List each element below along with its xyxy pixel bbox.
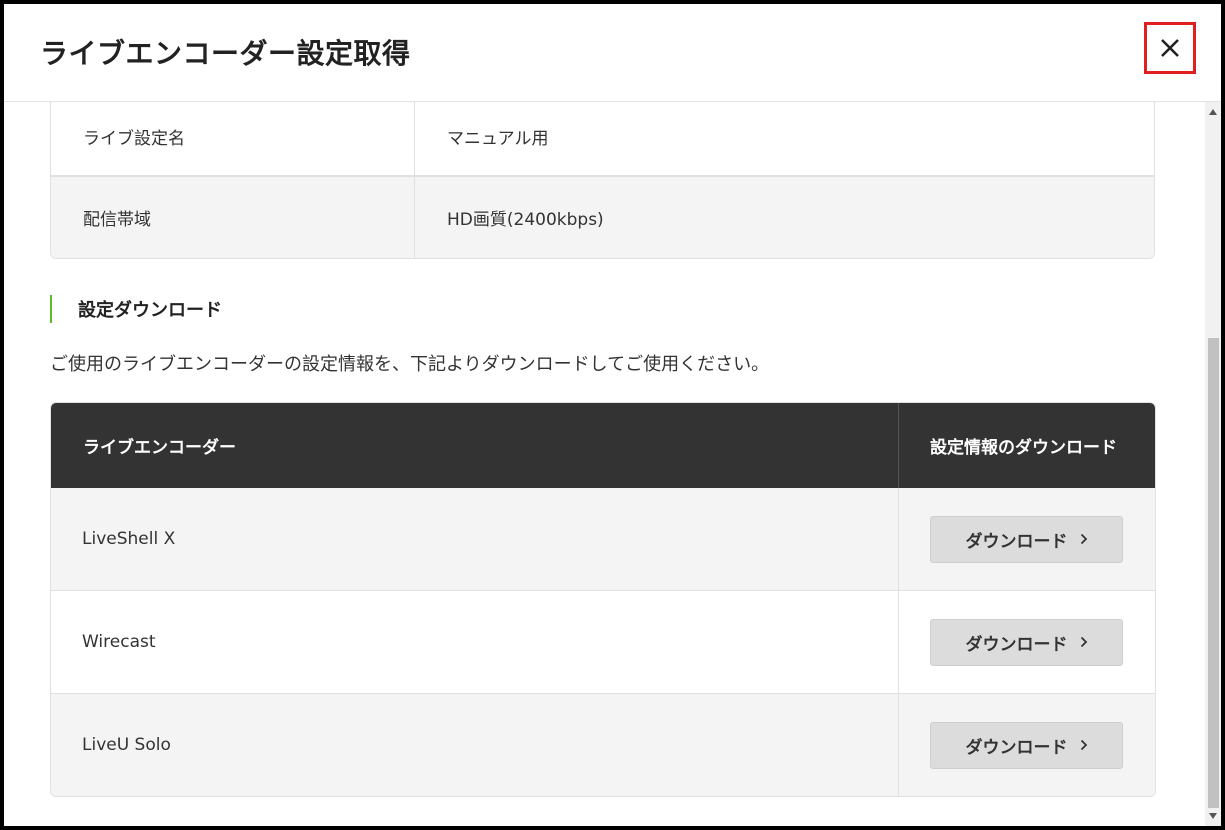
info-row: 配信帯域 HD画質(2400kbps) [51,175,1154,258]
chevron-right-icon [1080,636,1088,648]
info-label: 配信帯域 [51,177,415,258]
download-button-liveu-solo[interactable]: ダウンロード [930,721,1123,769]
download-button-label: ダウンロード [965,634,1068,655]
info-value: マニュアル用 [447,129,549,149]
modal-dialog: ライブエンコーダー設定取得 ライブ設定名 マニュアル用 配信帯域 HD画質(24… [4,4,1221,826]
modal-title: ライブエンコーダー設定取得 [40,37,411,70]
info-label: ライブ設定名 [51,102,415,175]
table-row: Wirecast ダウンロード [51,590,1155,693]
vertical-scrollbar[interactable] [1205,102,1221,826]
modal-body[interactable]: ライブ設定名 マニュアル用 配信帯域 HD画質(2400kbps) 設定ダウンロ… [4,102,1205,826]
close-button[interactable] [1144,22,1196,74]
settings-info-table: ライブ設定名 マニュアル用 配信帯域 HD画質(2400kbps) [50,102,1155,259]
encoder-name: LiveShell X [51,488,899,590]
encoder-name: LiveU Solo [51,694,899,796]
table-header: ライブエンコーダー 設定情報のダウンロード [51,403,1155,488]
download-button-label: ダウンロード [965,737,1068,758]
scroll-down-arrow-icon[interactable] [1205,808,1221,824]
download-button-wirecast[interactable]: ダウンロード [930,618,1123,666]
section-description: ご使用のライブエンコーダーの設定情報を、下記よりダウンロードしてご使用ください。 [50,354,770,375]
chevron-right-icon [1080,533,1088,545]
close-icon [1161,39,1179,57]
column-header-encoder: ライブエンコーダー [51,403,899,488]
table-row: LiveShell X ダウンロード [51,488,1155,590]
section-heading: 設定ダウンロード [50,295,222,323]
chevron-right-icon [1080,739,1088,751]
encoder-name: Wirecast [51,591,899,693]
column-header-download: 設定情報のダウンロード [930,438,1117,458]
scrollbar-thumb[interactable] [1208,338,1219,808]
scroll-up-arrow-icon[interactable] [1205,104,1221,120]
download-button-liveshell-x[interactable]: ダウンロード [930,515,1123,563]
info-value: HD画質(2400kbps) [447,210,604,230]
encoder-table: ライブエンコーダー 設定情報のダウンロード LiveShell X ダウンロード… [50,402,1156,797]
info-row: ライブ設定名 マニュアル用 [51,102,1154,175]
modal-header: ライブエンコーダー設定取得 [4,4,1221,102]
table-row: LiveU Solo ダウンロード [51,693,1155,796]
download-button-label: ダウンロード [965,531,1068,552]
